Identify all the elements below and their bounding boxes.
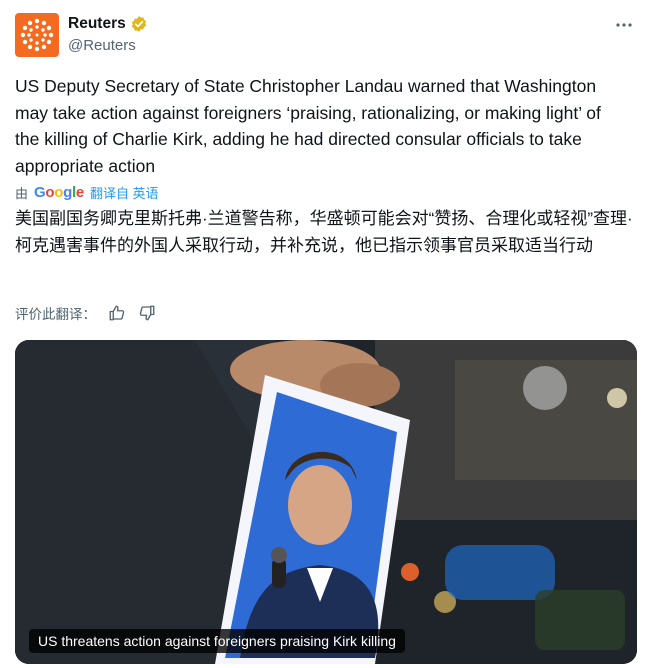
translated-text: 美国副国务卿克里斯托弗·兰道警告称，华盛顿可能会对“赞扬、合理化或轻视”查理·柯…: [15, 209, 633, 255]
avatar[interactable]: [15, 13, 59, 57]
display-name-row: Reuters: [68, 13, 148, 35]
handle[interactable]: @Reuters: [68, 37, 148, 54]
tweet-text: US Deputy Secretary of State Christopher…: [15, 76, 601, 176]
google-letter: o: [54, 183, 64, 201]
google-letter: g: [63, 183, 73, 201]
tweet-header: Reuters @Reuters: [15, 13, 637, 59]
thumbs-down-icon[interactable]: [138, 304, 156, 322]
translated-by-label: 由: [15, 185, 29, 201]
tweet-media[interactable]: US threatens action against foreigners p…: [15, 340, 637, 664]
more-button[interactable]: [613, 15, 635, 35]
account-names: Reuters @Reuters: [68, 13, 148, 54]
rate-translation-row: 评价此翻译：: [15, 302, 156, 324]
reuters-logo-icon: [20, 18, 54, 52]
media-photo: [15, 340, 637, 664]
google-letter: e: [75, 183, 84, 201]
google-letter: o: [45, 183, 55, 201]
rate-translation-label: 评价此翻译：: [15, 307, 96, 322]
translation-attribution: 由 Google 翻译自 英语: [15, 183, 159, 201]
google-letter: G: [34, 183, 46, 201]
translate-source-link[interactable]: 翻译自 英语: [90, 183, 159, 202]
display-name[interactable]: Reuters: [68, 15, 126, 33]
media-caption: US threatens action against foreigners p…: [29, 629, 405, 653]
thumbs-up-icon[interactable]: [108, 304, 126, 322]
verified-gold-badge-icon[interactable]: [130, 15, 148, 33]
more-dots-icon: [616, 23, 632, 27]
google-logo: Google: [34, 184, 84, 201]
